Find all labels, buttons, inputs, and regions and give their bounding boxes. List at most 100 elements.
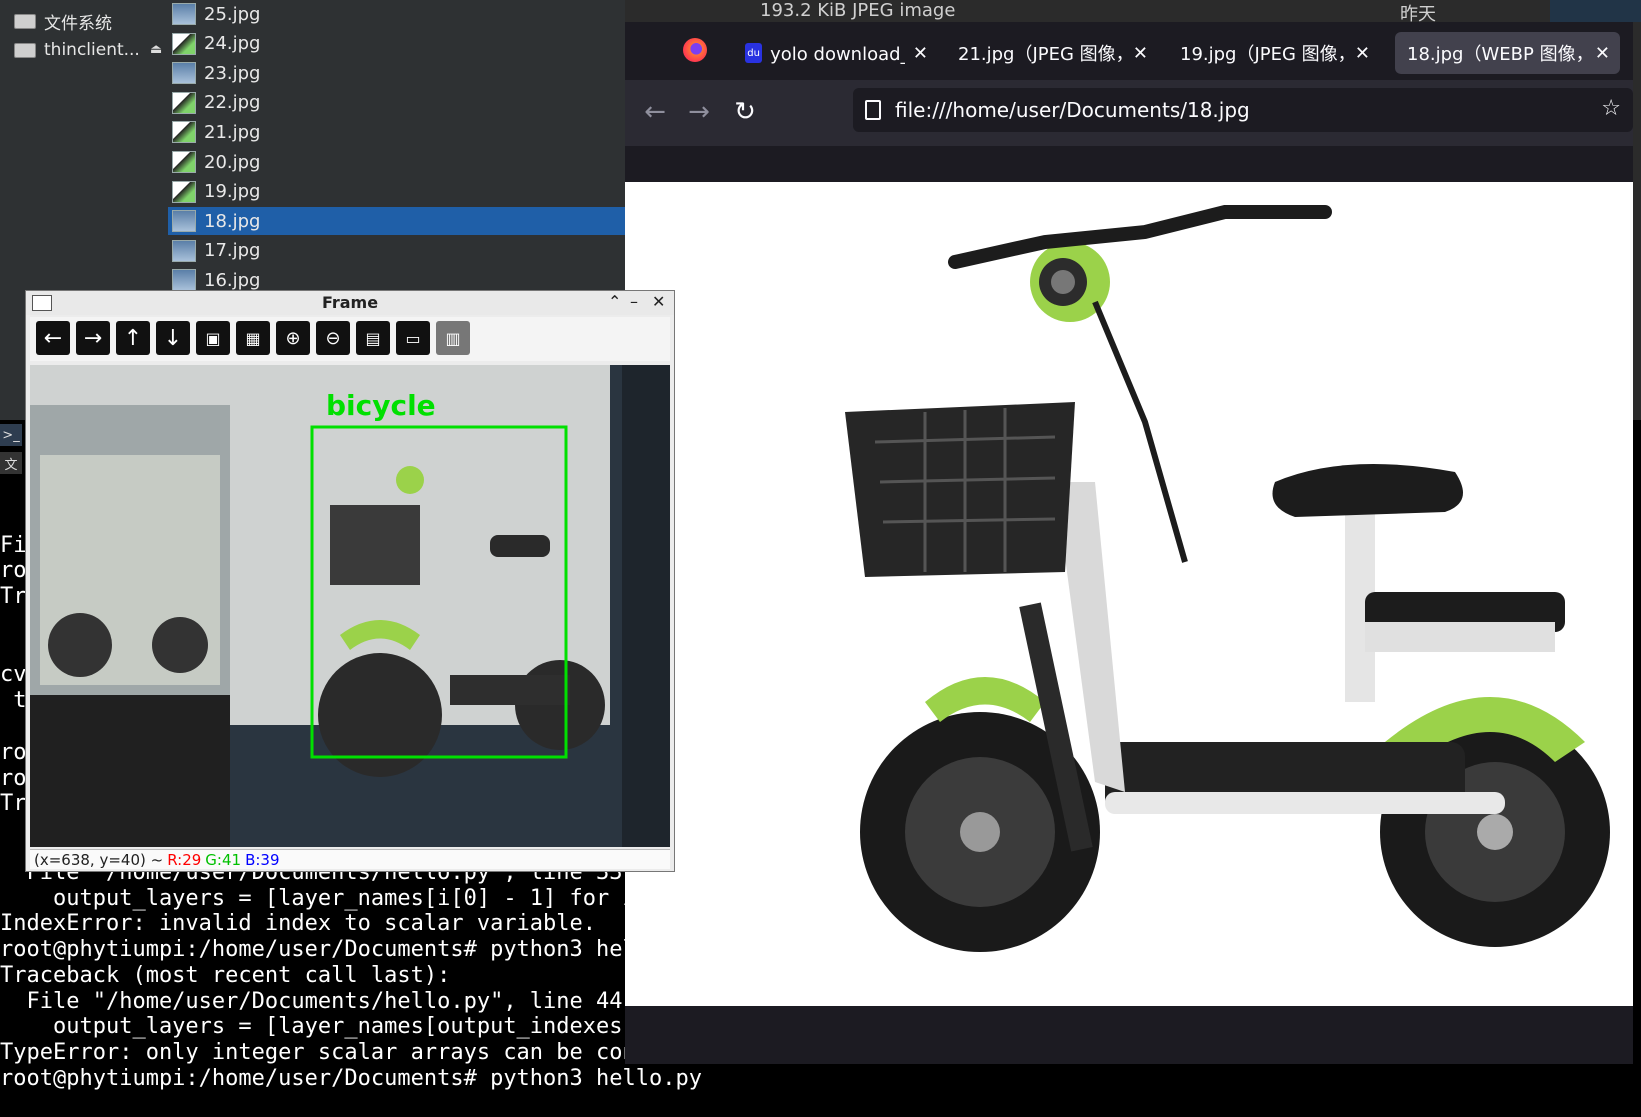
- file-row[interactable]: 24.jpg: [168, 30, 625, 58]
- properties-icon[interactable]: ▥: [436, 321, 470, 355]
- url-text[interactable]: file:///home/user/Documents/18.jpg: [895, 98, 1250, 122]
- file-name: 22.jpg: [204, 92, 261, 114]
- frame-title: Frame: [321, 293, 379, 312]
- place-label: thinclient...: [44, 40, 140, 60]
- close-icon[interactable]: ✕: [913, 43, 928, 64]
- terminal-line: output_layers = [layer_names[i[0] - 1] f…: [0, 885, 636, 911]
- terminal-line-fragment: cv: [0, 662, 27, 687]
- tab-label: 18.jpg（WEBP 图像，: [1407, 44, 1587, 65]
- zoom-out-icon[interactable]: ⊖: [316, 321, 350, 355]
- file-name: 17.jpg: [204, 240, 261, 262]
- zoom-original-icon[interactable]: ▣: [196, 321, 230, 355]
- file-row[interactable]: 22.jpg: [168, 89, 625, 117]
- file-row[interactable]: 19.jpg: [168, 178, 625, 206]
- file-name: 20.jpg: [204, 151, 261, 173]
- pixel-green: G:41: [205, 850, 242, 869]
- scooter-image: [625, 182, 1633, 1006]
- tab-yolo-download[interactable]: du yolo download_百 ✕: [733, 32, 938, 74]
- close-icon[interactable]: ✕: [1133, 43, 1148, 64]
- tab-21-jpg[interactable]: 21.jpg（JPEG 图像， ✕: [948, 32, 1158, 74]
- image-thumbnail-icon: [172, 3, 196, 25]
- browser-window: du yolo download_百 ✕ 21.jpg（JPEG 图像， ✕ 1…: [625, 22, 1633, 1064]
- nav-bar: ← → ↻ file:///home/user/Documents/18.jpg…: [625, 80, 1633, 146]
- forward-icon[interactable]: →: [681, 94, 717, 130]
- close-icon[interactable]: ✕: [652, 292, 665, 311]
- back-icon[interactable]: ←: [637, 94, 673, 130]
- terminal-line: output_layers = [layer_names[output_inde…: [0, 1014, 623, 1040]
- tab-label: 21.jpg（JPEG 图像，: [958, 44, 1125, 65]
- zoom-fit-icon[interactable]: ▦: [236, 321, 270, 355]
- file-list: 25.jpg 24.jpg 23.jpg 22.jpg 21.jpg 20.jpg 19.j…: [168, 0, 625, 300]
- file-name: 16.jpg: [204, 269, 261, 291]
- frame-titlebar[interactable]: Frame ⌃ – ✕: [26, 291, 674, 315]
- terminal-line: File "/home/user/Documents/hello.py", li…: [0, 988, 636, 1014]
- terminal-line: IndexError: invalid index to scalar vari…: [0, 911, 597, 937]
- reload-icon[interactable]: ↻: [727, 94, 763, 130]
- tab-19-jpg[interactable]: 19.jpg（JPEG 图像， ✕: [1170, 32, 1380, 74]
- tab-label: 19.jpg（JPEG 图像，: [1180, 44, 1347, 65]
- pan-left-icon[interactable]: ←: [36, 321, 70, 355]
- image-thumbnail-icon: [172, 91, 196, 114]
- save-icon[interactable]: ▤: [356, 321, 390, 355]
- file-row[interactable]: 25.jpg: [168, 0, 625, 28]
- pan-down-icon[interactable]: ↓: [156, 321, 190, 355]
- scooter-drawing: [845, 205, 1610, 952]
- image-thumbnail-icon: [172, 180, 196, 203]
- image-thumbnail-icon: [172, 210, 196, 233]
- url-bar[interactable]: file:///home/user/Documents/18.jpg ☆: [853, 88, 1633, 132]
- page-icon: [865, 100, 881, 120]
- copy-clipboard-icon[interactable]: ▭: [396, 321, 430, 355]
- file-name: 21.jpg: [204, 121, 261, 143]
- pan-right-icon[interactable]: →: [76, 321, 110, 355]
- terminal-line: root@phytiumpi:/home/user/Documents# pyt…: [0, 937, 636, 963]
- zoom-in-icon[interactable]: ⊕: [276, 321, 310, 355]
- image-thumbnail-icon: [172, 32, 196, 55]
- file-row[interactable]: 17.jpg: [168, 237, 625, 265]
- frame-image[interactable]: bicycle: [30, 365, 670, 847]
- terminal-line: Traceback (most recent call last):: [0, 962, 451, 988]
- close-icon[interactable]: ✕: [1355, 43, 1370, 64]
- image-thumbnail-icon: [172, 62, 196, 85]
- image-thumbnail-icon: [172, 121, 196, 144]
- image-info: 193.2 KiB JPEG image: [760, 0, 956, 21]
- terminal-line: root@phytiumpi:/home/user/Documents# pyt…: [0, 1065, 702, 1091]
- firefox-icon[interactable]: [683, 38, 707, 62]
- terminal-icon[interactable]: >_: [0, 424, 22, 446]
- pixel-blue: B:39: [245, 850, 280, 869]
- terminal-line-fragment: ro: [0, 558, 27, 583]
- frame-toolbar: ← → ↑ ↓ ▣ ▦ ⊕ ⊖ ▤ ▭ ▥: [30, 317, 670, 361]
- terminal-line-fragment: t: [0, 688, 27, 713]
- tab-18-jpg[interactable]: 18.jpg（WEBP 图像， ✕: [1395, 32, 1620, 74]
- terminal-line-fragment: ro: [0, 766, 27, 791]
- file-row[interactable]: 20.jpg: [168, 148, 625, 176]
- camera-frame-drawing: [30, 365, 670, 847]
- file-name: 25.jpg: [204, 3, 261, 25]
- drive-icon: [14, 13, 36, 29]
- minimize-icon[interactable]: –: [630, 292, 638, 311]
- pan-up-icon[interactable]: ↑: [116, 321, 150, 355]
- image-thumbnail-icon: [172, 151, 196, 173]
- bookmark-star-icon[interactable]: ☆: [1601, 96, 1621, 121]
- file-row[interactable]: 23.jpg: [168, 59, 625, 87]
- frame-window[interactable]: Frame ⌃ – ✕ ← → ↑ ↓ ▣ ▦ ⊕ ⊖ ▤ ▭ ▥ bicycl…: [25, 290, 675, 872]
- maximize-icon[interactable]: ⌃: [608, 292, 621, 311]
- eject-icon[interactable]: ⏏: [150, 42, 162, 57]
- file-name: 19.jpg: [204, 181, 261, 203]
- terminal-line-fragment: Tr: [0, 584, 27, 609]
- place-label: 文件系统: [44, 13, 112, 34]
- place-thinclient[interactable]: thinclient...: [14, 37, 140, 63]
- close-icon[interactable]: ✕: [1595, 43, 1610, 64]
- detection-label: bicycle: [326, 389, 436, 422]
- pixel-red: R:29: [167, 850, 202, 869]
- drive-icon: [14, 42, 36, 58]
- terminal-line-fragment: Tr: [0, 791, 27, 816]
- input-method-label[interactable]: 文: [0, 452, 22, 474]
- place-filesystem[interactable]: 文件系统: [14, 8, 112, 34]
- file-name: 23.jpg: [204, 62, 261, 84]
- corner-panel: [1550, 0, 1641, 22]
- file-row[interactable]: 21.jpg: [168, 118, 625, 146]
- file-name: 18.jpg: [204, 210, 261, 232]
- file-row[interactable]: 18.jpg: [168, 207, 625, 236]
- image-thumbnail-icon: [172, 239, 196, 262]
- image-thumbnail-icon: [172, 269, 196, 292]
